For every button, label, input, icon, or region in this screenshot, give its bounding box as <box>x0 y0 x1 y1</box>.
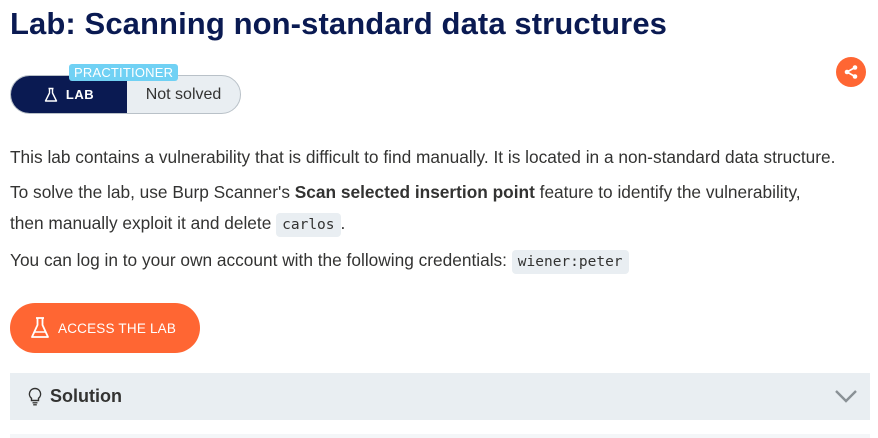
description-bold-text: Scan selected insertion point <box>294 182 535 202</box>
lab-description: This lab contains a vulnerability that i… <box>10 142 878 278</box>
description-text: This lab contains a vulnerability that i… <box>10 147 836 167</box>
access-lab-button[interactable]: ACCESS THE LAB <box>10 303 200 353</box>
description-line: You can log in to your own account with … <box>10 245 878 278</box>
username-code: carlos <box>276 213 341 237</box>
lab-solved-status: Not solved <box>145 85 222 103</box>
lab-type-pill: LAB <box>11 76 127 113</box>
lab-level-badge: PRACTITIONER <box>69 64 179 81</box>
description-text: To solve the lab, use Burp Scanner's <box>10 182 295 202</box>
divider <box>10 434 870 438</box>
flask-icon <box>44 87 58 102</box>
lightbulb-icon <box>28 387 42 406</box>
description-text: . <box>340 213 346 233</box>
description-text: feature to identify the vulnerability, <box>534 182 801 202</box>
lab-type-label: LAB <box>65 87 95 102</box>
description-line: This lab contains a vulnerability that i… <box>10 142 878 173</box>
solution-accordion[interactable]: Solution <box>10 373 870 420</box>
description-text: You can log in to your own account with … <box>10 250 512 270</box>
share-button[interactable] <box>836 57 866 87</box>
page-title: Lab: Scanning non-standard data structur… <box>10 6 668 41</box>
chevron-down-icon <box>835 390 857 403</box>
flask-icon <box>31 317 49 338</box>
lab-page: Lab: Scanning non-standard data structur… <box>0 0 878 438</box>
solution-label: Solution <box>50 386 122 406</box>
access-lab-label: ACCESS THE LAB <box>58 320 177 336</box>
credentials-code: wiener:peter <box>511 250 629 274</box>
lab-status-badge: LAB Not solved PRACTITIONER <box>10 64 241 114</box>
description-text: then manually exploit it and delete <box>10 213 277 233</box>
description-line: To solve the lab, use Burp Scanner's Sca… <box>10 177 878 241</box>
share-icon <box>844 65 858 79</box>
